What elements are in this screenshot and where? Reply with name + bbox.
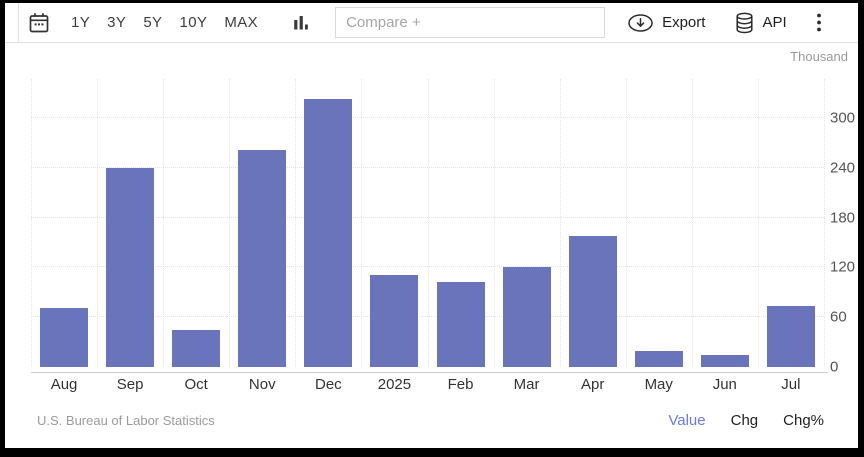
x-axis-labels: Aug Sep Oct Nov Dec 2025 Feb Mar Apr May Jun Jul [31, 376, 824, 393]
bar-aug[interactable] [40, 308, 89, 367]
y-axis-label: 300 [830, 109, 856, 127]
bar-slot [361, 79, 427, 367]
bar-slot [31, 79, 97, 367]
bar-2025[interactable] [370, 274, 419, 367]
x-axis-label: Sep [116, 376, 144, 393]
bar-may[interactable] [634, 351, 683, 367]
x-axis-label: Oct [184, 376, 208, 393]
more-options-button[interactable] [815, 12, 823, 33]
bar-slot [626, 79, 692, 367]
bar-slot [229, 79, 295, 367]
range-button-max[interactable]: MAX [224, 14, 258, 31]
x-axis-label: Apr [580, 376, 605, 393]
bar-jul[interactable] [766, 306, 815, 367]
footer-link-value[interactable]: Value [668, 412, 705, 429]
bar-slot [560, 79, 626, 367]
calendar-button[interactable] [27, 11, 51, 35]
y-axis-unit-label: Thousand [790, 49, 848, 64]
bar-oct[interactable] [172, 330, 221, 367]
chart-type-button[interactable] [291, 13, 311, 33]
y-axis-label: 120 [830, 258, 856, 276]
cloud-download-icon [628, 13, 653, 32]
x-axis-label: Jun [712, 376, 737, 393]
toolbar: 1Y 3Y 5Y 10Y MAX Export [5, 3, 858, 43]
y-axis-label: 180 [830, 209, 856, 227]
y-axis-label: 240 [830, 159, 856, 177]
x-axis-label: Dec [315, 376, 342, 393]
footer-link-chgpct[interactable]: Chg% [783, 412, 824, 429]
bar-slot [758, 79, 824, 367]
export-button[interactable]: Export [627, 13, 705, 33]
range-button-5y[interactable]: 5Y [143, 14, 162, 31]
bar-apr[interactable] [568, 235, 617, 367]
column-chart-icon [294, 15, 308, 29]
x-axis-label: Feb [447, 376, 474, 393]
bar-jun[interactable] [700, 355, 749, 367]
source-attribution: U.S. Bureau of Labor Statistics [37, 412, 215, 428]
x-axis-label: Mar [513, 376, 540, 393]
x-axis-label: May [644, 376, 673, 393]
kebab-menu-icon [816, 13, 821, 32]
y-axis-labels: 0 60 120 180 240 300 [830, 79, 858, 376]
bar-slot [494, 79, 560, 367]
compare-input[interactable] [335, 7, 606, 38]
y-axis-label: 0 [830, 358, 839, 376]
plot-area [31, 79, 825, 367]
bar-feb[interactable] [436, 282, 485, 367]
bar-slot [163, 79, 229, 367]
bar-mar[interactable] [502, 267, 551, 367]
x-axis-label: Jul [781, 376, 801, 393]
y-axis-label: 60 [830, 308, 847, 326]
chart-widget: 1Y 3Y 5Y 10Y MAX Export [0, 0, 864, 457]
footer-link-chg[interactable]: Chg [731, 412, 759, 429]
bar-nov[interactable] [238, 150, 287, 367]
export-label: Export [662, 14, 706, 31]
bar-slot [97, 79, 163, 367]
footer: U.S. Bureau of Labor Statistics Value Chg… [5, 405, 858, 435]
bar-slot [427, 79, 493, 367]
range-button-3y[interactable]: 3Y [107, 14, 126, 31]
footer-links: Value Chg Chg% [668, 412, 824, 429]
api-button[interactable]: API [735, 12, 787, 34]
api-label: API [762, 14, 787, 31]
bar-sep[interactable] [106, 167, 155, 367]
x-axis-line [31, 372, 828, 373]
toolbar-left-divider [18, 3, 19, 42]
range-button-10y[interactable]: 10Y [179, 14, 207, 31]
bar-dec[interactable] [304, 98, 353, 367]
bars-row [31, 79, 824, 367]
range-button-1y[interactable]: 1Y [71, 14, 90, 31]
x-axis-label: Aug [50, 376, 78, 393]
bar-slot [692, 79, 758, 367]
x-axis-label: 2025 [377, 376, 412, 393]
calendar-icon [29, 12, 49, 32]
x-axis-label: Nov [248, 376, 276, 393]
bar-slot [295, 79, 361, 367]
database-icon [736, 12, 753, 33]
gridline-vertical [824, 79, 825, 367]
